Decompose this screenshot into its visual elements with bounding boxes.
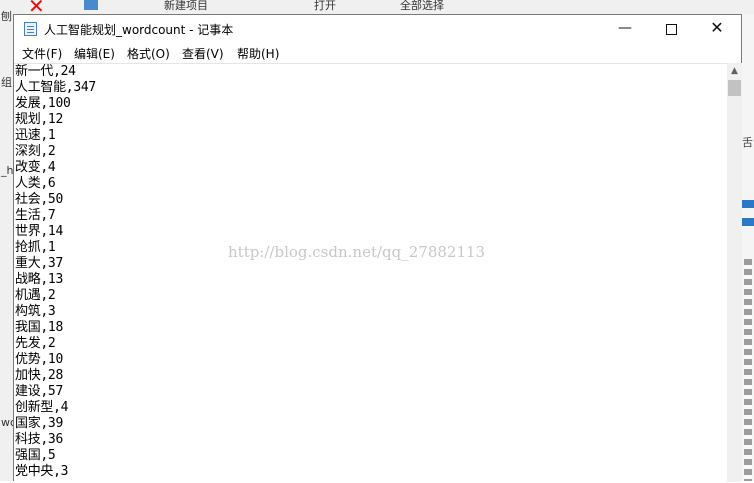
text-line: 人类,6 bbox=[15, 176, 56, 191]
ribbon-label-open: 打开 bbox=[314, 0, 336, 12]
delete-icon: ✕ bbox=[28, 0, 45, 14]
bg-left-label: _h bbox=[1, 164, 14, 177]
text-line: 我国,18 bbox=[15, 320, 63, 335]
vertical-scrollbar[interactable]: ▲ bbox=[727, 63, 742, 482]
menu-format[interactable]: 格式(O) bbox=[124, 45, 173, 62]
bg-right-accent bbox=[742, 200, 754, 208]
ribbon-label-select-all: 全部选择 bbox=[400, 0, 444, 12]
text-line: 规划,12 bbox=[15, 112, 63, 127]
background-explorer-ribbon: ✕ 新建项目 打开 全部选择 bbox=[0, 0, 754, 14]
minimize-button[interactable]: — bbox=[602, 15, 648, 43]
text-line: 加快,28 bbox=[15, 368, 63, 383]
text-line: 生活,7 bbox=[15, 208, 56, 223]
text-line: 社会,50 bbox=[15, 192, 63, 207]
text-line: 世界,14 bbox=[15, 224, 63, 239]
maximize-icon bbox=[665, 24, 677, 35]
text-line: 迅速,1 bbox=[15, 128, 56, 143]
watermark: http://blog.csdn.net/qq_27882113 bbox=[228, 243, 486, 261]
text-line: 建设,57 bbox=[15, 384, 63, 399]
notepad-window: 人工智能规划_wordcount - 记事本 — ✕ 文件(F) 编辑(E) 格… bbox=[13, 14, 742, 483]
background-explorer-right: 舌 bbox=[742, 14, 754, 481]
menu-view[interactable]: 查看(V) bbox=[179, 45, 227, 62]
text-line: 创新型,4 bbox=[15, 400, 69, 415]
text-line: 新一代,24 bbox=[15, 64, 76, 79]
ribbon-label-new-item: 新建项目 bbox=[164, 0, 208, 12]
scrollbar-thumb[interactable] bbox=[728, 80, 741, 96]
text-line: 改变,4 bbox=[15, 160, 56, 175]
text-line: 机遇,2 bbox=[15, 288, 56, 303]
menu-help[interactable]: 帮助(H) bbox=[234, 45, 282, 62]
bg-right-accent bbox=[742, 218, 754, 226]
text-line: 构筑,3 bbox=[15, 304, 56, 319]
notepad-icon bbox=[24, 22, 37, 36]
title-bar[interactable]: 人工智能规划_wordcount - 记事本 — ✕ bbox=[14, 15, 741, 43]
bg-right-text-column bbox=[744, 259, 752, 481]
scroll-up-arrow-icon[interactable]: ▲ bbox=[727, 63, 742, 79]
menu-file[interactable]: 文件(F) bbox=[19, 45, 65, 62]
bg-right-label: 舌 bbox=[742, 136, 753, 149]
text-line: 科技,36 bbox=[15, 432, 63, 447]
text-line: 先发,2 bbox=[15, 336, 56, 351]
text-line: 深刻,2 bbox=[15, 144, 56, 159]
text-line: 发展,100 bbox=[15, 96, 71, 111]
window-title: 人工智能规划_wordcount - 记事本 bbox=[44, 23, 234, 37]
text-line: 党中央,3 bbox=[15, 464, 69, 479]
text-line: 优势,10 bbox=[15, 352, 63, 367]
text-line: 国家,39 bbox=[15, 416, 63, 431]
text-lines: 新一代,24 人工智能,347 发展,100 规划,12 迅速,1 深刻,2 改变,4 人类,… bbox=[14, 64, 727, 480]
text-line: 强国,5 bbox=[15, 448, 56, 463]
bg-left-label: 组 bbox=[1, 76, 12, 89]
menu-bar: 文件(F) 编辑(E) 格式(O) 查看(V) 帮助(H) bbox=[14, 43, 741, 63]
menu-edit[interactable]: 编辑(E) bbox=[71, 45, 118, 62]
ribbon-icon bbox=[84, 0, 98, 10]
text-editor[interactable]: 新一代,24 人工智能,347 发展,100 规划,12 迅速,1 深刻,2 改变,4 人类,… bbox=[14, 63, 727, 483]
maximize-button[interactable] bbox=[648, 15, 694, 43]
text-line: 战略,13 bbox=[15, 272, 63, 287]
bg-left-label: 刨 bbox=[1, 10, 12, 23]
close-button[interactable]: ✕ bbox=[694, 15, 740, 43]
close-icon: ✕ bbox=[710, 18, 724, 37]
minimize-icon: — bbox=[618, 20, 632, 36]
text-line: 人工智能,347 bbox=[15, 80, 96, 95]
